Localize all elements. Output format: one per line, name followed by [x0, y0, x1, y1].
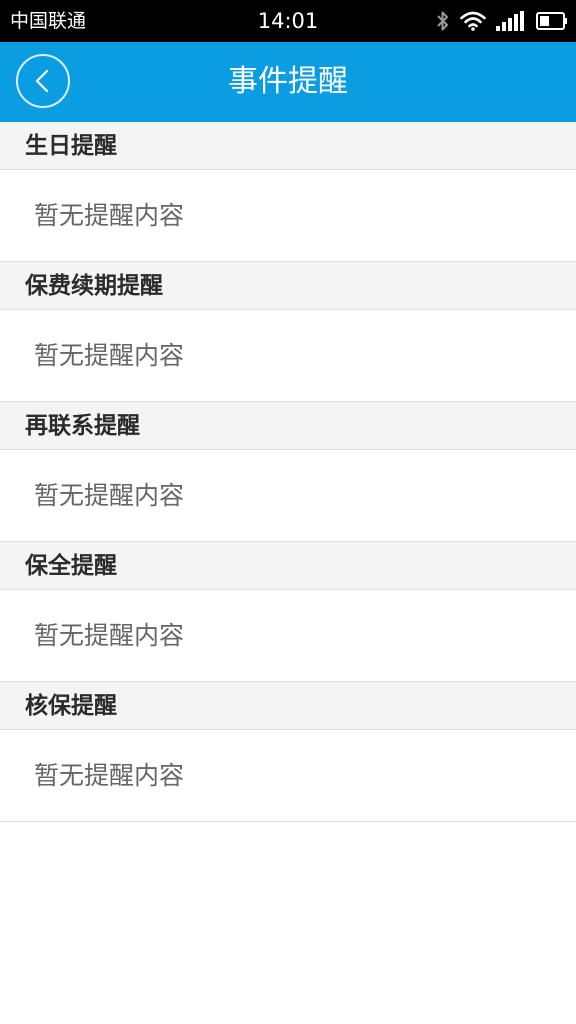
reminder-list: 生日提醒 暂无提醒内容 保费续期提醒 暂无提醒内容 再联系提醒 暂无提醒内容 保…: [0, 122, 576, 822]
signal-icon: [496, 11, 526, 31]
section-preservation: 保全提醒 暂无提醒内容: [0, 542, 576, 682]
section-birthday: 生日提醒 暂无提醒内容: [0, 122, 576, 262]
section-underwriting: 核保提醒 暂无提醒内容: [0, 682, 576, 822]
page-title: 事件提醒: [228, 64, 348, 99]
section-empty-text: 暂无提醒内容: [0, 310, 576, 402]
section-header: 核保提醒: [0, 682, 576, 730]
section-empty-text: 暂无提醒内容: [0, 170, 576, 262]
section-premium-renewal: 保费续期提醒 暂无提醒内容: [0, 262, 576, 402]
section-header: 生日提醒: [0, 122, 576, 170]
section-header: 保全提醒: [0, 542, 576, 590]
status-bar: 中国联通 14:01: [0, 0, 576, 42]
section-empty-text: 暂无提醒内容: [0, 730, 576, 822]
bluetooth-icon: [436, 10, 450, 32]
wifi-icon: [460, 11, 486, 31]
title-bar: 事件提醒: [0, 42, 576, 122]
section-recontact: 再联系提醒 暂无提醒内容: [0, 402, 576, 542]
section-empty-text: 暂无提醒内容: [0, 450, 576, 542]
section-empty-text: 暂无提醒内容: [0, 590, 576, 682]
battery-icon: [536, 11, 568, 31]
section-header: 再联系提醒: [0, 402, 576, 450]
status-icons: [436, 9, 568, 33]
section-header: 保费续期提醒: [0, 262, 576, 310]
